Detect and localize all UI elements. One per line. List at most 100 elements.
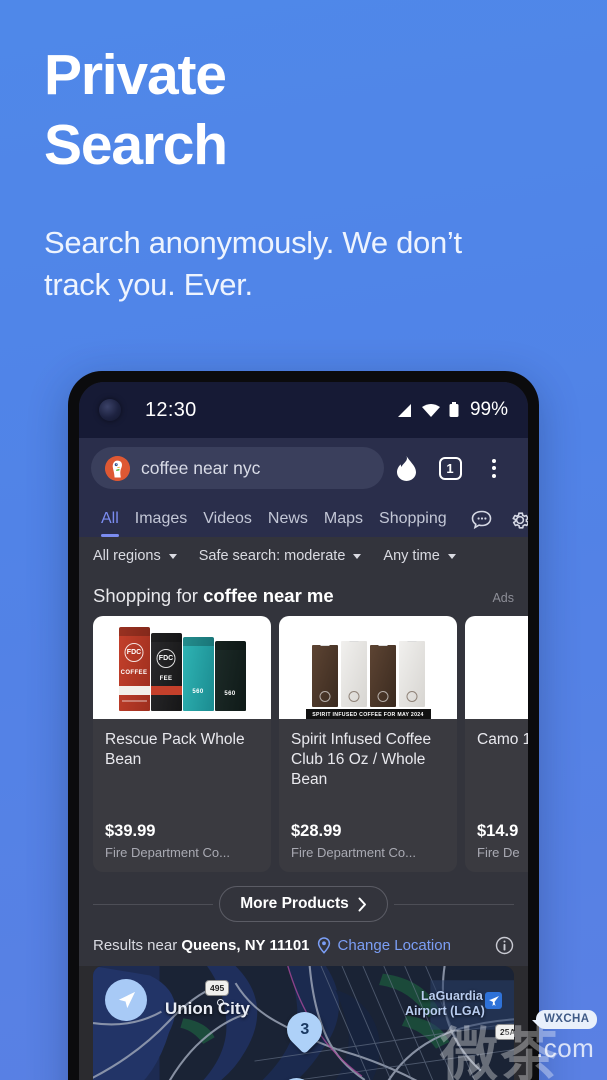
navigation-arrow-icon — [118, 991, 135, 1008]
more-products-button[interactable]: More Products — [219, 886, 388, 922]
more-products-row: More Products — [79, 872, 528, 934]
location-row: Results near Queens, NY 11101 Change Loc… — [79, 934, 528, 966]
battery-percent: 99% — [469, 399, 508, 420]
page-title: Private Search — [44, 46, 563, 174]
map-label-laguardia-airport: Airport (LGA) — [405, 1004, 485, 1018]
tab-switcher-button[interactable]: 1 — [428, 456, 472, 480]
ads-label: Ads — [492, 591, 514, 605]
title-line-2: Search — [44, 113, 228, 178]
product-image: SPIRIT INFUSED COFFEE FOR MAY 2024 — [279, 616, 457, 719]
more-products-label: More Products — [240, 895, 349, 912]
locate-me-button[interactable] — [105, 979, 147, 1021]
front-camera-icon — [99, 399, 121, 421]
divider-left — [93, 903, 214, 905]
results-near-place: Queens, NY 11101 — [181, 937, 310, 954]
tab-videos[interactable]: Videos — [195, 510, 260, 537]
product-name: Camo 12 Oz — [477, 731, 528, 748]
chevron-right-icon — [358, 897, 366, 911]
chevron-down-icon — [353, 553, 362, 559]
map-pin-number: 3 — [300, 1020, 309, 1038]
search-input[interactable]: coffee near nyc — [91, 447, 384, 489]
airport-marker[interactable] — [485, 992, 502, 1009]
product-image: FDC COFFEE FDC FEE 560 560 — [93, 616, 271, 719]
watermark-badge: WXCHA — [531, 1010, 598, 1029]
product-name: Spirit Infused Coffee Club 16 Oz / Whole… — [291, 731, 432, 788]
search-query-text: coffee near nyc — [141, 457, 261, 478]
product-card[interactable]: FDC COFFEE FDC FEE 560 560 Rescue Pack W… — [93, 616, 271, 872]
search-vertical-tabs: All Images Videos News Maps Shopping — [79, 500, 528, 537]
cellular-signal-icon — [397, 403, 411, 417]
promo-subtitle: Search anonymously. We don’t track you. … — [44, 225, 462, 303]
tab-images[interactable]: Images — [127, 510, 195, 537]
product-card[interactable]: SPIRIT INFUSED COFFEE FOR MAY 2024 Spiri… — [279, 616, 457, 872]
product-price: $39.99 — [105, 822, 156, 840]
product-merchant: Fire Department Co... — [291, 845, 416, 860]
status-bar: 12:30 99% — [79, 382, 528, 438]
shopping-module: Shopping for coffee near me Ads FDC COFF… — [79, 575, 528, 872]
results-near-text: Results near Queens, NY 11101 — [93, 937, 310, 954]
product-price: $14.9 — [477, 822, 519, 840]
tab-count-badge: 1 — [438, 456, 462, 480]
product-carousel[interactable]: FDC COFFEE FDC FEE 560 560 Rescue Pack W… — [79, 616, 528, 872]
duckduckgo-logo-icon — [105, 455, 130, 481]
info-button[interactable] — [495, 936, 514, 955]
fire-icon — [396, 455, 416, 481]
coffee-cartons-illustration: SPIRIT INFUSED COFFEE FOR MAY 2024 — [305, 629, 431, 719]
watermark-domain: .com — [536, 1033, 595, 1063]
wifi-icon — [421, 403, 440, 417]
battery-icon — [449, 402, 459, 417]
shopping-title-prefix: Shopping for — [93, 585, 204, 606]
map-label-union-city: Union City — [165, 999, 250, 1018]
gear-icon — [512, 512, 528, 529]
coffee-bags-illustration: FDC COFFEE FDC FEE 560 560 — [118, 625, 246, 711]
location-pin-icon — [317, 937, 330, 954]
airplane-icon — [488, 995, 499, 1006]
map-label-laguardia: LaGuardia — [421, 989, 483, 1003]
filter-time[interactable]: Any time — [383, 548, 456, 564]
promo-header: Private Search Search anonymously. We do… — [0, 0, 607, 306]
chat-bubble-icon — [471, 510, 491, 530]
filter-safe-search-label: Safe search: moderate — [198, 548, 346, 564]
product-details: Camo 12 Oz $14.9 Fire De — [465, 719, 528, 872]
info-icon — [495, 936, 514, 955]
chevron-down-icon — [447, 553, 456, 559]
kebab-menu-icon — [492, 458, 496, 478]
chat-button[interactable] — [471, 509, 493, 537]
settings-button[interactable] — [509, 509, 528, 537]
tab-news[interactable]: News — [260, 510, 316, 537]
product-details: Rescue Pack Whole Bean $39.99 Fire Depar… — [93, 719, 271, 872]
browser-menu-button[interactable] — [472, 458, 516, 478]
map-preview[interactable]: 495 25A Union City Hoboken LaGuardia Air… — [93, 966, 514, 1080]
product-name: Rescue Pack Whole Bean — [105, 731, 245, 768]
chevron-down-icon — [168, 553, 177, 559]
filter-region[interactable]: All regions — [93, 548, 177, 564]
results-near-prefix: Results near — [93, 937, 182, 954]
filter-safe-search[interactable]: Safe search: moderate — [199, 548, 362, 564]
filter-region-label: All regions — [93, 548, 161, 564]
product-image — [465, 616, 528, 719]
phone-mockup: 12:30 99% coffee near nyc 1 All Images V… — [68, 371, 539, 1080]
divider-right — [393, 903, 515, 905]
phone-screen: 12:30 99% coffee near nyc 1 All Images V… — [79, 382, 528, 1080]
tab-all[interactable]: All — [93, 510, 127, 537]
product-merchant: Fire Department Co... — [105, 845, 230, 860]
map-poi-dot — [217, 999, 224, 1006]
tab-shopping[interactable]: Shopping — [371, 510, 455, 537]
product-card[interactable]: Camo 12 Oz $14.9 Fire De — [465, 616, 528, 872]
product-price: $28.99 — [291, 822, 342, 840]
change-location-link[interactable]: Change Location — [338, 937, 451, 954]
product-details: Spirit Infused Coffee Club 16 Oz / Whole… — [279, 719, 457, 872]
shopping-title-query: coffee near me — [203, 585, 334, 606]
route-shield-495: 495 — [205, 980, 230, 996]
shopping-title: Shopping for coffee near me — [93, 585, 334, 607]
title-line-1: Private — [44, 43, 227, 107]
status-clock: 12:30 — [145, 398, 197, 421]
browser-toolbar: coffee near nyc 1 — [79, 438, 528, 500]
fire-button[interactable] — [384, 455, 428, 481]
status-indicators: 99% — [394, 399, 508, 421]
product-merchant: Fire De — [477, 845, 520, 860]
tab-maps[interactable]: Maps — [316, 510, 371, 537]
search-filters: All regions Safe search: moderate Any ti… — [79, 537, 528, 575]
shopping-header: Shopping for coffee near me Ads — [79, 585, 528, 616]
product-image-banner: SPIRIT INFUSED COFFEE FOR MAY 2024 — [305, 708, 431, 719]
